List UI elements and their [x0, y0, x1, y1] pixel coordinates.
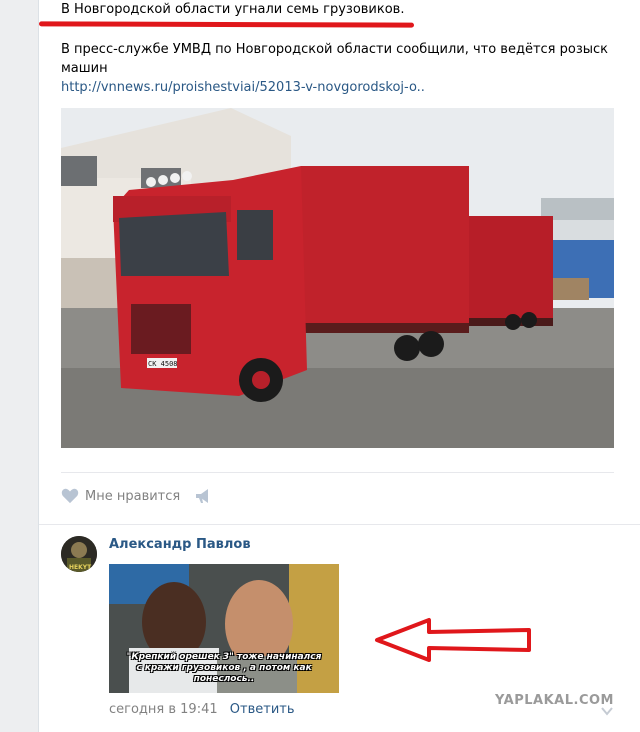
comment-meme-image[interactable]: "Крепкий орешек 3" тоже начинался с краж…	[109, 564, 339, 693]
comment-time[interactable]: сегодня в 19:41	[109, 702, 218, 717]
comment-author[interactable]: Александр Павлов	[109, 537, 251, 552]
comment-meta: сегодня в 19:41 Ответить	[109, 702, 295, 717]
avatar[interactable]: HEKYT	[61, 536, 97, 572]
post-body: В пресс-службе УМВД по Новгородской обла…	[61, 40, 621, 97]
post-text: В пресс-службе УМВД по Новгородской обла…	[61, 42, 609, 76]
reply-button[interactable]: Ответить	[230, 702, 295, 717]
truck-plate-text: СК 4508	[148, 360, 178, 368]
post-divider	[61, 472, 614, 473]
meme-caption-line-1: "Крепкий орешек 3" тоже начинался	[126, 652, 322, 662]
post-link[interactable]: http://vnnews.ru/proishestviai/52013-v-n…	[61, 80, 425, 95]
share-megaphone-icon[interactable]	[194, 488, 212, 504]
like-row: Мне нравится	[61, 488, 212, 504]
post-card: В Новгородской области угнали семь грузо…	[38, 0, 640, 732]
heart-icon[interactable]	[61, 488, 79, 504]
post-photo-truck[interactable]: СК 4508	[61, 108, 614, 448]
avatar-text: HEKYT	[69, 564, 92, 571]
red-arrow-annotation	[375, 618, 531, 662]
like-label[interactable]: Мне нравится	[85, 489, 180, 504]
post-title: В Новгородской области угнали семь грузо…	[61, 2, 405, 17]
watermark: YAPLAKAL.COM	[495, 693, 614, 708]
red-underline-annotation	[38, 21, 415, 28]
meme-caption-line-2: с кражи грузовиков , а потом как понесло…	[136, 663, 312, 684]
meme-caption: "Крепкий орешек 3" тоже начинался с краж…	[109, 652, 339, 685]
comments-separator	[39, 524, 640, 525]
